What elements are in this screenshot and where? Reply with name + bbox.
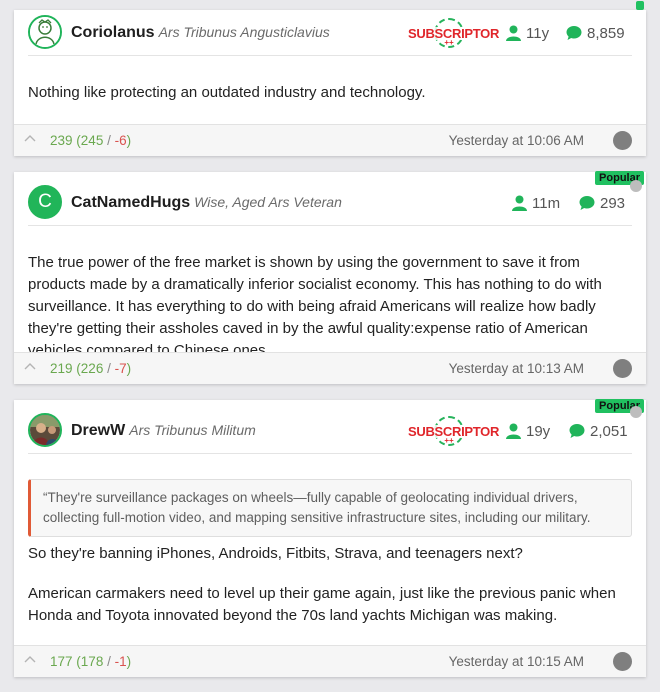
tenure-stat: 11y — [506, 25, 549, 42]
more-options-icon[interactable] — [613, 359, 632, 378]
posts-stat: 8,859 — [566, 25, 625, 42]
popular-badge — [636, 1, 644, 10]
user-icon — [506, 423, 521, 439]
comment-body: So they're banning iPhones, Androids, Fi… — [28, 543, 632, 627]
score-downvotes: -6 — [114, 133, 127, 148]
comment-body: Nothing like protecting an outdated indu… — [28, 82, 632, 104]
user-title: Wise, Aged Ars Veteran — [194, 194, 342, 210]
tenure-value: 19y — [526, 423, 551, 440]
photo-avatar-icon — [30, 415, 60, 445]
timestamp[interactable]: Yesterday at 10:13 AM — [449, 361, 584, 376]
username-text[interactable]: CatNamedHugs — [71, 194, 190, 211]
comment-footer: 219 (226 / -7) Yesterday at 10:13 AM — [14, 352, 646, 384]
comment-paragraph: The true power of the free market is sho… — [28, 254, 602, 359]
score-total: 219 — [50, 361, 73, 376]
speech-bubble-icon — [579, 196, 595, 210]
comment-footer: 177 (178 / -1) Yesterday at 10:15 AM — [14, 645, 646, 677]
username-text[interactable]: DrewW — [71, 422, 125, 439]
subscriptor-plus: ++ — [444, 436, 454, 445]
score-downvotes: -7 — [114, 361, 127, 376]
speech-bubble-icon — [566, 26, 582, 40]
comment-body: The true power of the free market is sho… — [28, 252, 632, 362]
upvote-icon[interactable] — [24, 361, 36, 373]
speech-bubble-icon — [569, 424, 585, 438]
avatar[interactable] — [28, 15, 62, 49]
posts-value: 8,859 — [587, 25, 625, 42]
posts-stat: 293 — [579, 195, 625, 212]
vote-score: 177 (178 / -1) — [50, 654, 132, 669]
user-icon — [506, 25, 521, 41]
avatar[interactable]: C — [28, 185, 62, 219]
subscriptor-plus: ++ — [444, 38, 454, 47]
username[interactable]: DrewW Ars Tribunus Militum — [71, 422, 256, 440]
score-upvotes: 178 — [80, 654, 104, 669]
username[interactable]: CatNamedHugs Wise, Aged Ars Veteran — [71, 194, 342, 212]
tenure-value: 11m — [532, 195, 561, 212]
cartoon-avatar-icon — [30, 17, 60, 47]
score-downvotes: -1 — [114, 654, 127, 669]
tenure-stat: 11m — [512, 195, 560, 212]
comment-card: Coriolanus Ars Tribunus Angusticlavius SU… — [14, 1, 646, 156]
comment-paragraph: So they're banning iPhones, Androids, Fi… — [28, 545, 523, 562]
vote-score: 219 (226 / -7) — [50, 361, 132, 376]
comment-paragraph: American carmakers need to level up thei… — [28, 585, 616, 624]
user-title: Ars Tribunus Militum — [129, 422, 256, 438]
user-title: Ars Tribunus Angusticlavius — [158, 24, 330, 40]
posts-value: 293 — [600, 195, 626, 212]
timestamp[interactable]: Yesterday at 10:06 AM — [449, 133, 584, 148]
more-options-icon[interactable] — [613, 131, 632, 150]
score-total: 177 — [50, 654, 73, 669]
comment-header: Coriolanus Ars Tribunus Angusticlavius SU… — [28, 10, 632, 56]
comment-footer: 239 (245 / -6) Yesterday at 10:06 AM — [14, 124, 646, 156]
posts-stat: 2,051 — [569, 423, 628, 440]
quoted-text: “They're surveillance packages on wheels… — [28, 479, 632, 537]
vote-score: 239 (245 / -6) — [50, 133, 132, 148]
tenure-value: 11y — [526, 25, 550, 42]
score-upvotes: 226 — [80, 361, 104, 376]
comment-card: Popular DrewW Ars Tribunus Militum SUBSCR… — [14, 399, 646, 677]
username-text[interactable]: Coriolanus — [71, 24, 155, 41]
avatar[interactable] — [28, 413, 62, 447]
username[interactable]: Coriolanus Ars Tribunus Angusticlavius — [71, 24, 330, 42]
score-total: 239 — [50, 133, 73, 148]
user-icon — [512, 195, 527, 211]
comment-header: DrewW Ars Tribunus Militum SUBSCRIPTOR ++… — [28, 408, 632, 454]
subscriptor-badge: SUBSCRIPTOR ++ — [408, 416, 499, 448]
tenure-stat: 19y — [506, 423, 550, 440]
comment-paragraph: Nothing like protecting an outdated indu… — [28, 84, 426, 101]
comment-header: C CatNamedHugs Wise, Aged Ars Veteran 11m… — [28, 180, 632, 226]
posts-value: 2,051 — [590, 423, 628, 440]
quote-text: “They're surveillance packages on wheels… — [43, 490, 591, 525]
upvote-icon[interactable] — [24, 654, 36, 666]
comment-card: Popular C CatNamedHugs Wise, Aged Ars Vet… — [14, 171, 646, 384]
score-upvotes: 245 — [80, 133, 104, 148]
timestamp[interactable]: Yesterday at 10:15 AM — [449, 654, 584, 669]
subscriptor-badge: SUBSCRIPTOR ++ — [408, 18, 499, 50]
upvote-icon[interactable] — [24, 133, 36, 145]
more-options-icon[interactable] — [613, 652, 632, 671]
